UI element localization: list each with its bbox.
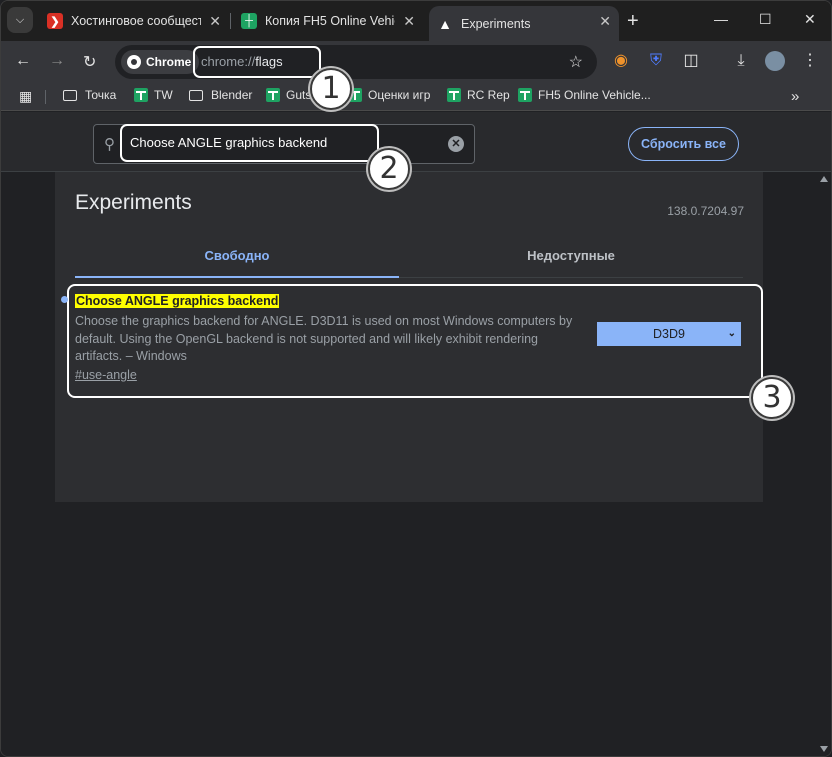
scroll-down-icon[interactable]	[820, 746, 828, 752]
apps-grid-icon[interactable]: ▦	[19, 88, 32, 105]
chevron-down-icon: ⌵	[15, 13, 25, 26]
close-icon[interactable]: ✕	[599, 13, 611, 30]
red-arrow-favicon: ❯	[47, 13, 63, 29]
forward-icon[interactable]: →	[49, 52, 65, 70]
clear-search-icon[interactable]: ✕	[448, 136, 464, 152]
tab-unavailable[interactable]: Недоступные	[399, 234, 743, 278]
bookmark-label: Точка	[85, 88, 117, 102]
bookmark-label: Blender	[211, 88, 253, 102]
tab-title: Хостинговое сообщество	[71, 14, 201, 28]
sheets-favicon: ┼	[241, 13, 257, 29]
sheets-icon	[447, 88, 461, 102]
chrome-icon	[127, 55, 141, 69]
callout-marker-2: 2	[368, 148, 410, 190]
site-info-chip[interactable]: Chrome	[121, 50, 200, 74]
back-icon[interactable]: ←	[15, 52, 31, 70]
bookmark-game-ratings[interactable]: Оценки игр	[348, 88, 430, 102]
reload-icon[interactable]: ↻	[83, 52, 96, 72]
search-query-text[interactable]: Choose ANGLE graphics backend	[120, 124, 379, 162]
tab-fh5-copy[interactable]: ┼ Копия FH5 Online Vehicle ✕	[233, 6, 423, 36]
shield-extension-icon[interactable]: ⛨	[646, 51, 666, 71]
toolbar: ← → ↻ Chrome chrome://flags ☆ ◉ ⛨ ◫ ⤓ ⋮	[1, 41, 831, 83]
folder-icon	[63, 89, 77, 101]
modified-indicator	[61, 296, 68, 303]
chevron-down-icon: ⌄	[727, 328, 736, 339]
bookmark-fh5[interactable]: FH5 Online Vehicle...	[518, 88, 651, 102]
scrollbar[interactable]	[817, 172, 831, 756]
page-title: Experiments	[75, 191, 192, 214]
sheets-icon	[266, 88, 280, 102]
close-icon[interactable]: ✕	[403, 13, 415, 30]
callout-marker-1: 1	[310, 68, 352, 110]
tab-divider	[230, 13, 231, 29]
experiments-panel: Experiments 138.0.7204.97 Свободно Недос…	[55, 172, 763, 502]
bookmark-label: Оценки игр	[368, 88, 431, 102]
fox-extension-icon[interactable]: ◉	[611, 51, 631, 71]
scroll-up-icon[interactable]	[820, 176, 828, 182]
tab-experiments[interactable]: ▲ Experiments ✕	[429, 6, 619, 41]
flag-name: Choose ANGLE graphics backend	[75, 294, 280, 308]
address-bar[interactable]: Chrome chrome://flags ☆	[115, 45, 597, 79]
flag-permalink[interactable]: #use-angle	[75, 368, 137, 382]
window-close-icon[interactable]: ✕	[804, 11, 816, 28]
maximize-icon[interactable]: ☐	[759, 11, 772, 28]
minimize-icon[interactable]: —	[714, 11, 728, 27]
tab-hosting[interactable]: ❯ Хостинговое сообщество ✕	[39, 6, 229, 36]
bookmark-blender[interactable]: Blender	[189, 88, 252, 102]
browser-window: ⌵ ❯ Хостинговое сообщество ✕ ┼ Копия FH5…	[0, 0, 832, 757]
bookmark-label: RC Rep	[467, 88, 510, 102]
bookmark-star-icon[interactable]: ☆	[569, 52, 583, 72]
download-icon[interactable]: ⤓	[731, 51, 751, 71]
tab-strip: ⌵ ❯ Хостинговое сообщество ✕ ┼ Копия FH5…	[1, 1, 831, 41]
reset-all-button[interactable]: Сбросить все	[628, 127, 739, 161]
selected-value: D3D9	[653, 327, 685, 341]
menu-kebab-icon[interactable]: ⋮	[800, 51, 820, 71]
flag-description: Choose the graphics backend for ANGLE. D…	[75, 314, 573, 363]
sheets-icon	[518, 88, 532, 102]
flask-icon: ▲	[438, 15, 452, 32]
callout-marker-3: 3	[751, 377, 793, 419]
bookmark-label: TW	[154, 88, 173, 102]
extensions-puzzle-icon[interactable]: ◫	[681, 51, 701, 71]
bookmark-tw[interactable]: TW	[134, 88, 173, 102]
chip-label: Chrome	[146, 55, 192, 69]
tab-available[interactable]: Свободно	[75, 234, 399, 278]
bookmark-label: FH5 Online Vehicle...	[538, 88, 651, 102]
bookmark-rc-rep[interactable]: RC Rep	[447, 88, 510, 102]
bookmark-divider	[45, 90, 46, 104]
url-text[interactable]: chrome://flags	[193, 46, 321, 78]
flags-page: ⚲ ✕ Choose ANGLE graphics backend Сброси…	[1, 112, 831, 756]
bookmark-tochka[interactable]: Точка	[63, 88, 116, 102]
url-scheme: chrome://	[201, 54, 256, 69]
search-header: ⚲ ✕ Choose ANGLE graphics backend Сброси…	[1, 112, 831, 172]
more-bookmarks-icon[interactable]: »	[791, 88, 799, 105]
folder-icon	[189, 89, 203, 101]
bookmarks-bar: ▦ Точка TW Blender Gutshot Оценки игр RC…	[1, 83, 831, 111]
flag-value-select[interactable]: D3D9 ⌄	[597, 322, 741, 346]
url-path: flags	[255, 54, 283, 69]
close-icon[interactable]: ✕	[209, 13, 221, 30]
avatar[interactable]	[765, 51, 785, 71]
tab-title: Experiments	[461, 16, 531, 31]
version-label: 138.0.7204.97	[667, 204, 744, 218]
tab-title: Копия FH5 Online Vehicle	[265, 14, 395, 28]
flag-entry: Choose ANGLE graphics backend Choose the…	[61, 284, 763, 398]
sheets-icon	[134, 88, 148, 102]
tab-search-button[interactable]: ⌵	[7, 7, 33, 33]
search-icon: ⚲	[104, 136, 115, 153]
new-tab-button[interactable]: +	[627, 10, 639, 33]
